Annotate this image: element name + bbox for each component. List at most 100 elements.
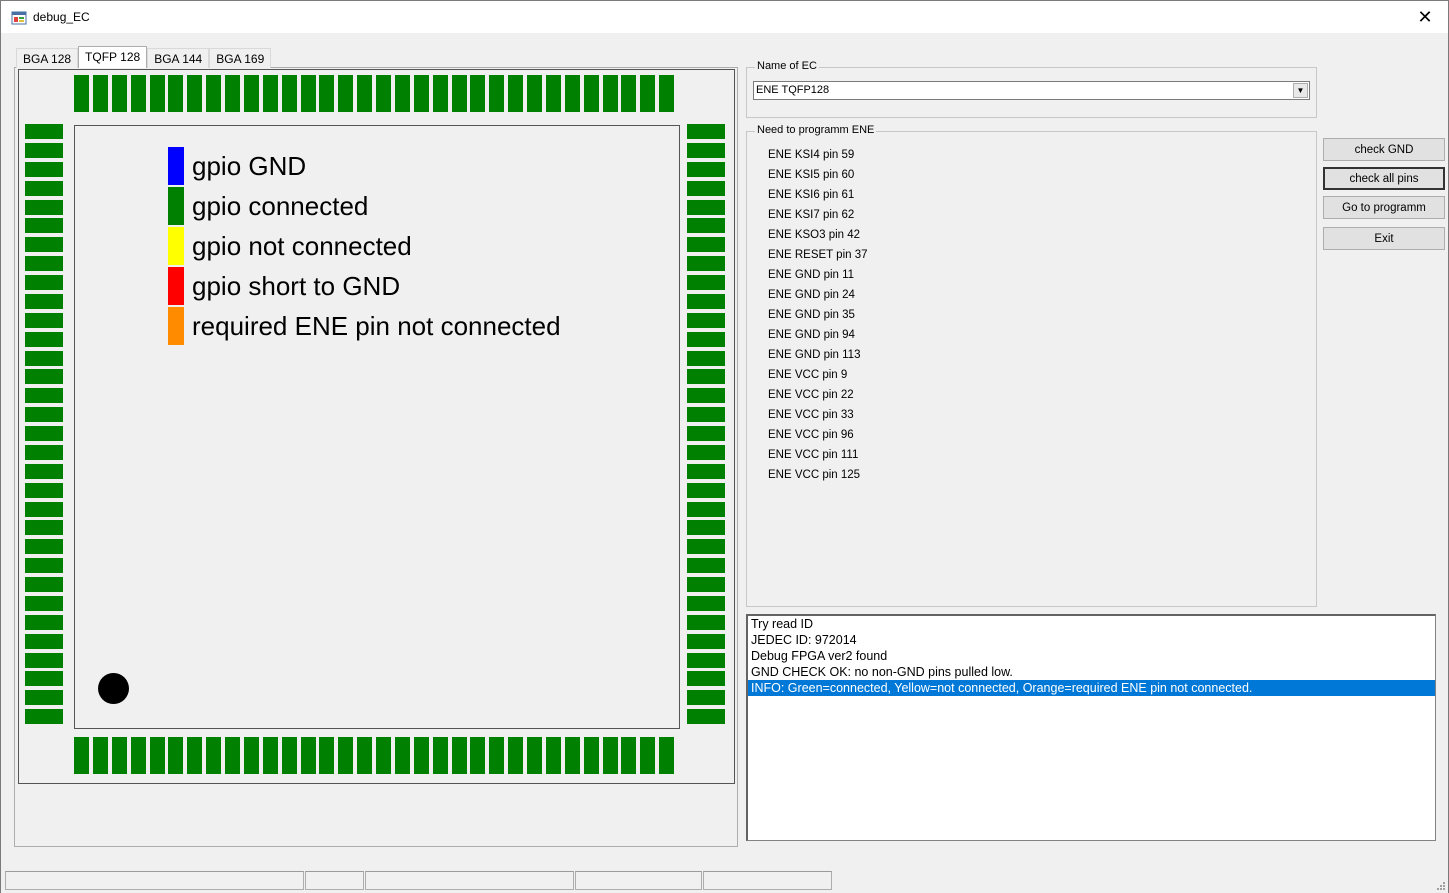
chip-pin[interactable] [131,737,146,774]
chip-pin[interactable] [225,75,240,112]
chip-pin[interactable] [640,75,655,112]
chip-pin[interactable] [508,737,523,774]
chip-pin[interactable] [25,671,63,686]
chip-pin[interactable] [687,539,725,554]
chip-pin[interactable] [452,737,467,774]
chip-pin[interactable] [621,737,636,774]
chip-pin[interactable] [565,737,580,774]
chip-pin[interactable] [263,75,278,112]
check-all-pins-button[interactable]: check all pins [1323,167,1445,190]
tab-bga-169[interactable]: BGA 169 [209,48,272,68]
chip-pin[interactable] [25,653,63,668]
chip-pin[interactable] [603,737,618,774]
chip-pin[interactable] [687,577,725,592]
chip-pin[interactable] [603,75,618,112]
chip-pin[interactable] [357,737,372,774]
chip-pin[interactable] [687,502,725,517]
chip-pin[interactable] [376,737,391,774]
chip-pin[interactable] [25,181,63,196]
chip-pin[interactable] [687,407,725,422]
chip-pin[interactable] [687,237,725,252]
exit-button[interactable]: Exit [1323,227,1445,250]
chip-pin[interactable] [687,181,725,196]
chip-pin[interactable] [433,737,448,774]
chip-pin[interactable] [687,351,725,366]
chip-pin[interactable] [25,143,63,158]
chip-pin[interactable] [25,237,63,252]
chip-pin[interactable] [687,709,725,724]
chip-pin[interactable] [357,75,372,112]
chip-pin[interactable] [687,124,725,139]
chip-pin[interactable] [470,737,485,774]
chip-pin[interactable] [25,369,63,384]
chip-pin[interactable] [687,143,725,158]
chip-pin[interactable] [584,75,599,112]
chip-pin[interactable] [687,653,725,668]
chip-pin[interactable] [25,313,63,328]
log-line[interactable]: JEDEC ID: 972014 [748,632,1435,648]
chip-pin[interactable] [395,737,410,774]
chip-pin[interactable] [131,75,146,112]
chip-pin[interactable] [112,737,127,774]
tab-bga-128[interactable]: BGA 128 [16,48,79,68]
chip-pin[interactable] [687,520,725,535]
chip-pin[interactable] [25,596,63,611]
chip-pin[interactable] [687,483,725,498]
chip-pin[interactable] [25,558,63,573]
chip-pin[interactable] [25,332,63,347]
chip-pin[interactable] [74,75,89,112]
chip-pin[interactable] [25,634,63,649]
chip-pin[interactable] [527,75,542,112]
chip-pin[interactable] [687,634,725,649]
chip-pin[interactable] [282,737,297,774]
chip-pin[interactable] [25,464,63,479]
chip-pin[interactable] [25,275,63,290]
chip-pin[interactable] [687,200,725,215]
chip-pin[interactable] [187,75,202,112]
chip-pin[interactable] [168,737,183,774]
chip-pin[interactable] [687,615,725,630]
chip-pin[interactable] [546,737,561,774]
chip-pin[interactable] [301,75,316,112]
chip-pin[interactable] [687,558,725,573]
chip-pin[interactable] [659,75,674,112]
chip-pin[interactable] [244,75,259,112]
chip-pin[interactable] [25,162,63,177]
resize-grip-icon[interactable] [1435,880,1445,890]
log-line[interactable]: GND CHECK OK: no non-GND pins pulled low… [748,664,1435,680]
chip-pin[interactable] [319,737,334,774]
chip-pin[interactable] [225,737,240,774]
chip-pin[interactable] [25,200,63,215]
chip-pin[interactable] [584,737,599,774]
chip-pin[interactable] [93,75,108,112]
chip-pin[interactable] [687,256,725,271]
chip-pin[interactable] [25,256,63,271]
chip-pin[interactable] [687,369,725,384]
chip-pin[interactable] [395,75,410,112]
chip-pin[interactable] [25,577,63,592]
chip-pin[interactable] [687,388,725,403]
chip-pin[interactable] [687,294,725,309]
chip-pin[interactable] [25,709,63,724]
chip-pin[interactable] [25,445,63,460]
chip-pin[interactable] [25,615,63,630]
chip-pin[interactable] [301,737,316,774]
chip-pin[interactable] [687,162,725,177]
chip-pin[interactable] [452,75,467,112]
log-line[interactable]: Debug FPGA ver2 found [748,648,1435,664]
chip-pin[interactable] [527,737,542,774]
chip-pin[interactable] [25,502,63,517]
chip-pin[interactable] [25,426,63,441]
chip-pin[interactable] [25,483,63,498]
chip-pin[interactable] [168,75,183,112]
chip-pin[interactable] [206,75,221,112]
chip-pin[interactable] [244,737,259,774]
chip-pin[interactable] [414,737,429,774]
chip-pin[interactable] [25,407,63,422]
ec-name-select[interactable]: ENE TQFP128 ▼ [753,81,1310,100]
chip-pin[interactable] [687,690,725,705]
chip-pin[interactable] [433,75,448,112]
chip-pin[interactable] [25,294,63,309]
chip-pin[interactable] [489,75,504,112]
chip-pin[interactable] [25,690,63,705]
